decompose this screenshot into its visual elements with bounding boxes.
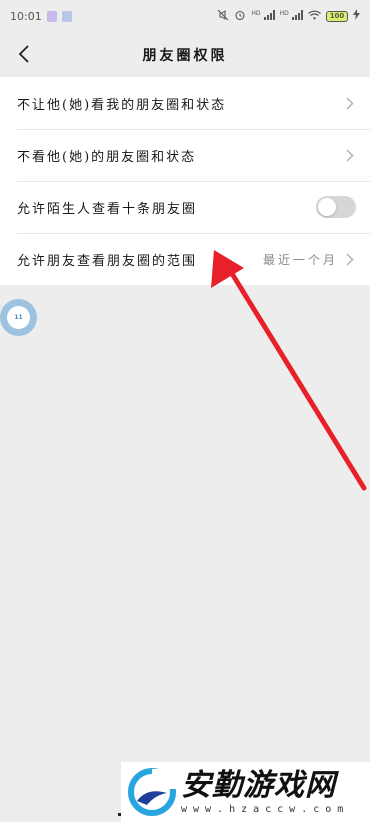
strangers-toggle[interactable] — [316, 196, 356, 218]
header: 朋友圈权限 — [0, 32, 370, 77]
watermark-url: www.hzaccw.com — [181, 803, 350, 815]
toggle-knob — [318, 198, 336, 216]
setting-strangers-view-ten: 允许陌生人查看十条朋友圈 — [0, 181, 370, 233]
watermark: 安勤游戏网 www.hzaccw.com — [121, 762, 370, 822]
wifi-icon — [308, 10, 321, 23]
status-left: 10:01 — [10, 10, 72, 23]
watermark-text: 安勤游戏网 www.hzaccw.com — [181, 767, 350, 815]
setting-label: 允许陌生人查看十条朋友圈 — [17, 201, 198, 217]
floating-badge: 11 — [7, 306, 30, 329]
setting-value: 最近一个月 — [262, 252, 338, 267]
watermark-logo-icon — [128, 768, 177, 816]
app-notification-icon — [46, 10, 57, 22]
back-button[interactable] — [12, 41, 36, 67]
setting-moments-visible-range[interactable]: 允许朋友查看朋友圈的范围 最近一个月 — [0, 233, 370, 285]
status-time: 10:01 — [10, 9, 42, 23]
chevron-left-icon — [18, 45, 29, 63]
setting-label: 不让他(她)看我的朋友圈和状态 — [17, 97, 227, 113]
watermark-title: 安勤游戏网 — [181, 767, 336, 803]
signal-icon: HD — [251, 9, 275, 23]
chevron-right-icon — [344, 96, 356, 110]
page-title: 朋友圈权限 — [142, 47, 228, 64]
setting-hide-my-moments[interactable]: 不让他(她)看我的朋友圈和状态 — [0, 77, 370, 129]
status-right: HD HD 100 — [217, 9, 360, 24]
chevron-right-icon — [344, 148, 356, 162]
mute-icon — [217, 9, 229, 24]
setting-hide-their-moments[interactable]: 不看他(她)的朋友圈和状态 — [0, 129, 370, 181]
shield-icon — [61, 10, 72, 22]
setting-label: 允许朋友查看朋友圈的范围 — [17, 253, 198, 269]
status-bar: 10:01 HD HD 100 — [0, 0, 370, 32]
floating-assistant-button[interactable]: 11 — [0, 299, 37, 336]
battery-icon: 100 — [326, 10, 348, 22]
setting-label: 不看他(她)的朋友圈和状态 — [17, 149, 197, 165]
chevron-right-icon — [344, 252, 356, 266]
charging-icon — [353, 9, 360, 23]
alarm-icon — [234, 9, 246, 24]
signal-icon: HD — [280, 9, 303, 23]
settings-list: 不让他(她)看我的朋友圈和状态 不看他(她)的朋友圈和状态 允许陌生人查看十条朋… — [0, 77, 370, 285]
